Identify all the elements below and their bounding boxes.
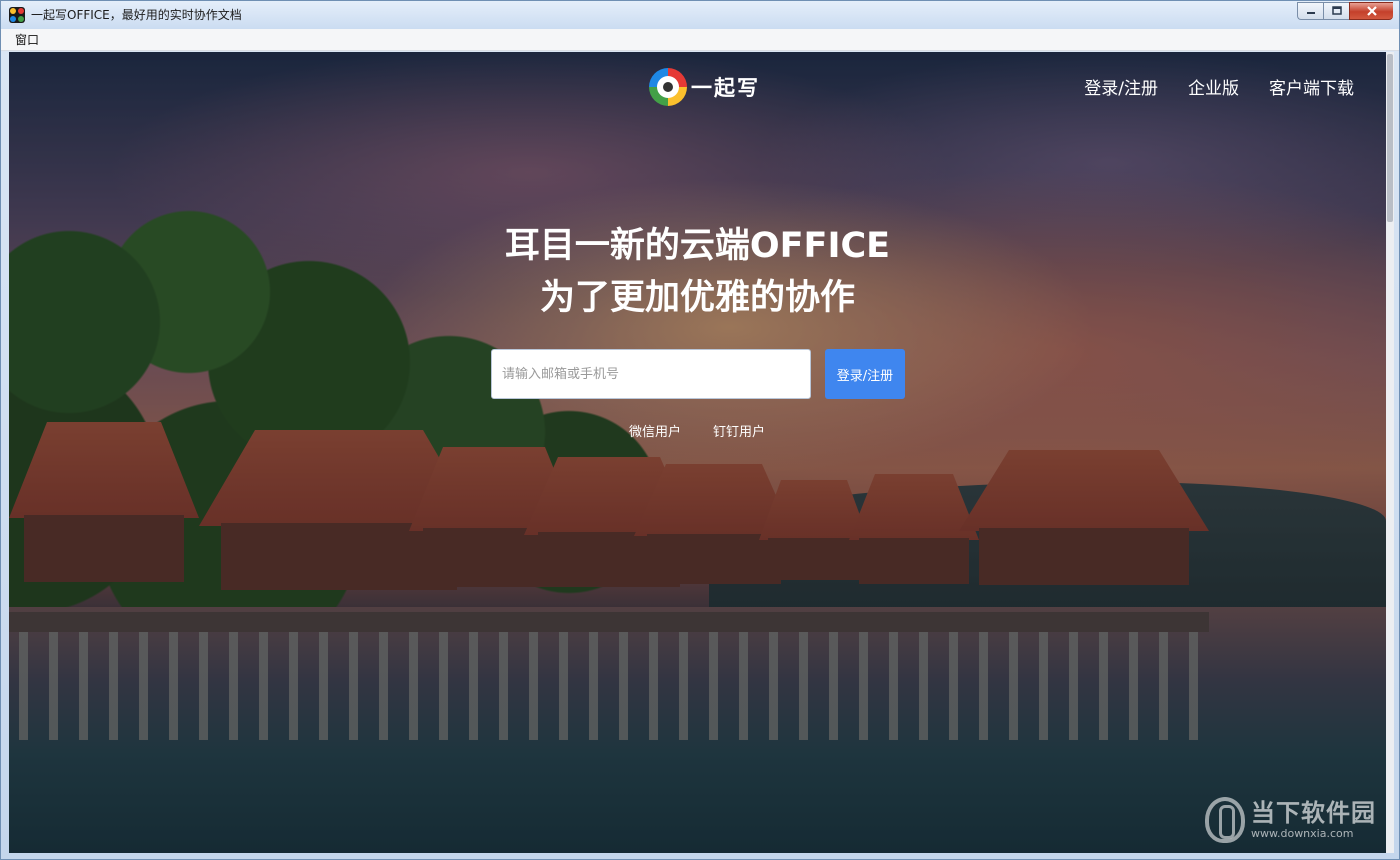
close-button[interactable] [1349, 2, 1393, 20]
nav-client-download[interactable]: 客户端下载 [1269, 74, 1354, 99]
app-window: 一起写OFFICE，最好用的实时协作文档 窗口 一起写 登录/注册 企业版 客户… [0, 0, 1400, 860]
login-form: 登录/注册 [491, 349, 905, 399]
menu-item-window[interactable]: 窗口 [11, 32, 43, 48]
watermark-name: 当下软件园 [1251, 799, 1376, 827]
hero-line-1: 耳目一新的云端OFFICE [504, 226, 891, 266]
web-content: 一起写 登录/注册 企业版 客户端下载 耳目一新的云端OFFICE 为了更加优雅… [9, 52, 1386, 853]
minimize-icon [1306, 12, 1315, 14]
wechat-login-link[interactable]: 微信用户 [629, 421, 681, 440]
maximize-icon [1331, 6, 1342, 15]
logo-mark-icon [649, 68, 687, 106]
login-register-button[interactable]: 登录/注册 [825, 349, 905, 399]
hero-line-2: 为了更加优雅的协作 [539, 278, 855, 318]
minimize-button[interactable] [1297, 2, 1323, 20]
watermark-url: www.downxia.com [1251, 827, 1354, 840]
top-nav: 登录/注册 企业版 客户端下载 [1084, 74, 1354, 99]
vertical-scrollbar[interactable] [1386, 52, 1394, 853]
app-icon[interactable] [9, 7, 25, 23]
close-icon [1366, 6, 1377, 16]
hero-headline: 耳目一新的云端OFFICE 为了更加优雅的协作 [9, 220, 1386, 324]
watermark-logo-icon [1205, 797, 1245, 843]
dingtalk-login-link[interactable]: 钉钉用户 [713, 421, 765, 440]
window-title: 一起写OFFICE，最好用的实时协作文档 [31, 8, 242, 22]
scrollbar-thumb[interactable] [1387, 54, 1393, 222]
title-bar[interactable]: 一起写OFFICE，最好用的实时协作文档 [1, 1, 1399, 29]
menu-bar: 窗口 [1, 29, 1399, 51]
email-phone-input[interactable] [491, 349, 811, 399]
maximize-button[interactable] [1323, 2, 1349, 20]
nav-login-register[interactable]: 登录/注册 [1084, 74, 1158, 99]
site-logo[interactable]: 一起写 [649, 67, 760, 107]
nav-enterprise[interactable]: 企业版 [1188, 74, 1239, 99]
window-controls [1297, 2, 1393, 21]
background-overlay [9, 52, 1386, 853]
logo-text: 一起写 [691, 76, 760, 100]
alt-login-links: 微信用户 钉钉用户 [629, 421, 765, 440]
watermark: 当下软件园 www.downxia.com [1205, 797, 1376, 843]
